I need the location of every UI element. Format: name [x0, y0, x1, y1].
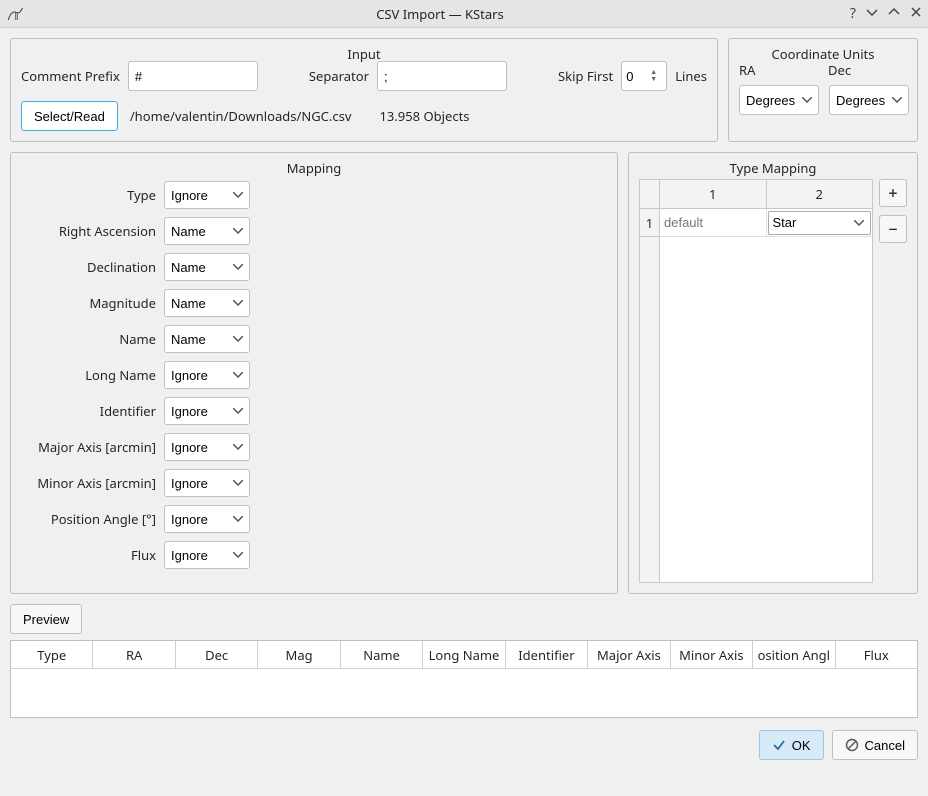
help-icon[interactable]: ? — [850, 4, 856, 23]
maximize-icon[interactable] — [888, 4, 900, 23]
mapping-select-7[interactable]: Ignore — [164, 433, 250, 461]
tm-col1-header[interactable]: 1 — [660, 180, 767, 208]
close-icon[interactable] — [910, 4, 922, 23]
select-read-button[interactable]: Select/Read — [21, 101, 118, 131]
mapping-label-4: Name — [21, 330, 156, 348]
preview-col-9[interactable]: osition Angl — [753, 641, 835, 668]
window-title: CSV Import — KStars — [30, 5, 850, 23]
tm-remove-button[interactable]: − — [879, 215, 907, 243]
tm-row1-col2-select[interactable]: Star — [768, 211, 872, 235]
mapping-label-7: Major Axis [arcmin] — [21, 438, 156, 456]
preview-col-2[interactable]: Dec — [176, 641, 258, 668]
app-icon — [6, 5, 24, 23]
mapping-label-0: Type — [21, 186, 156, 204]
type-mapping-group: Type Mapping 1 2 1 — [628, 152, 918, 594]
preview-col-3[interactable]: Mag — [258, 641, 340, 668]
ok-button[interactable]: OK — [759, 730, 824, 760]
cancel-button[interactable]: Cancel — [832, 730, 918, 760]
input-group-title: Input — [11, 45, 717, 63]
mapping-select-3[interactable]: Name — [164, 289, 250, 317]
mapping-select-1[interactable]: Name — [164, 217, 250, 245]
mapping-group: Mapping Type Ignore Right Ascension Name Dec… — [10, 152, 618, 594]
mapping-label-9: Position Angle [°] — [21, 510, 156, 528]
lines-label: Lines — [675, 67, 707, 85]
file-path: /home/valentin/Downloads/NGC.csv — [130, 107, 352, 125]
coord-units-group: Coordinate Units RA Dec Degrees Degrees — [728, 38, 918, 142]
skip-first-value[interactable] — [622, 67, 650, 86]
skip-first-label: Skip First — [558, 67, 613, 85]
mapping-select-10[interactable]: Ignore — [164, 541, 250, 569]
preview-col-8[interactable]: Minor Axis — [671, 641, 753, 668]
titlebar: CSV Import — KStars ? — [0, 0, 928, 28]
mapping-select-0[interactable]: Ignore — [164, 181, 250, 209]
comment-prefix-label: Comment Prefix — [21, 67, 120, 85]
type-mapping-title: Type Mapping — [629, 159, 917, 177]
separator-label: Separator — [309, 67, 369, 85]
preview-col-7[interactable]: Major Axis — [588, 641, 670, 668]
mapping-label-6: Identifier — [21, 402, 156, 420]
objects-count: 13.958 Objects — [379, 107, 469, 125]
skip-first-spin[interactable]: ▲ ▼ — [621, 61, 667, 91]
mapping-label-8: Minor Axis [arcmin] — [21, 474, 156, 492]
ra-select[interactable]: Degrees — [739, 85, 819, 115]
mapping-label-5: Long Name — [21, 366, 156, 384]
preview-button[interactable]: Preview — [10, 604, 82, 634]
cancel-button-label: Cancel — [865, 738, 905, 753]
mapping-select-9[interactable]: Ignore — [164, 505, 250, 533]
preview-col-0[interactable]: Type — [11, 641, 93, 668]
tm-row1-label[interactable]: 1 — [640, 209, 659, 237]
preview-col-1[interactable]: RA — [93, 641, 175, 668]
separator-input[interactable] — [377, 61, 507, 91]
ok-button-label: OK — [792, 738, 811, 753]
dec-select[interactable]: Degrees — [829, 85, 909, 115]
preview-col-5[interactable]: Long Name — [423, 641, 505, 668]
minimize-icon[interactable] — [866, 4, 878, 23]
preview-col-10[interactable]: Flux — [836, 641, 917, 668]
tm-corner — [640, 180, 660, 208]
mapping-select-4[interactable]: Name — [164, 325, 250, 353]
mapping-select-2[interactable]: Name — [164, 253, 250, 281]
mapping-title: Mapping — [11, 159, 617, 177]
tm-col2-header[interactable]: 2 — [767, 180, 873, 208]
mapping-label-3: Magnitude — [21, 294, 156, 312]
mapping-select-6[interactable]: Ignore — [164, 397, 250, 425]
preview-table: TypeRADecMagNameLong NameIdentifierMajor… — [10, 640, 918, 718]
preview-col-6[interactable]: Identifier — [506, 641, 588, 668]
coord-units-title: Coordinate Units — [729, 45, 917, 63]
mapping-select-8[interactable]: Ignore — [164, 469, 250, 497]
mapping-label-1: Right Ascension — [21, 222, 156, 240]
mapping-label-10: Flux — [21, 546, 156, 564]
check-icon — [772, 738, 786, 752]
tm-add-button[interactable]: + — [879, 179, 907, 207]
spin-down-icon[interactable]: ▼ — [650, 76, 664, 83]
mapping-select-5[interactable]: Ignore — [164, 361, 250, 389]
mapping-label-2: Declination — [21, 258, 156, 276]
cancel-icon — [845, 738, 859, 752]
ra-label: RA — [739, 61, 818, 79]
input-group: Input Comment Prefix Separator Skip Firs… — [10, 38, 718, 142]
tm-row1-col1-input[interactable] — [660, 210, 766, 236]
preview-col-4[interactable]: Name — [341, 641, 423, 668]
dec-label: Dec — [828, 61, 907, 79]
comment-prefix-input[interactable] — [128, 61, 258, 91]
